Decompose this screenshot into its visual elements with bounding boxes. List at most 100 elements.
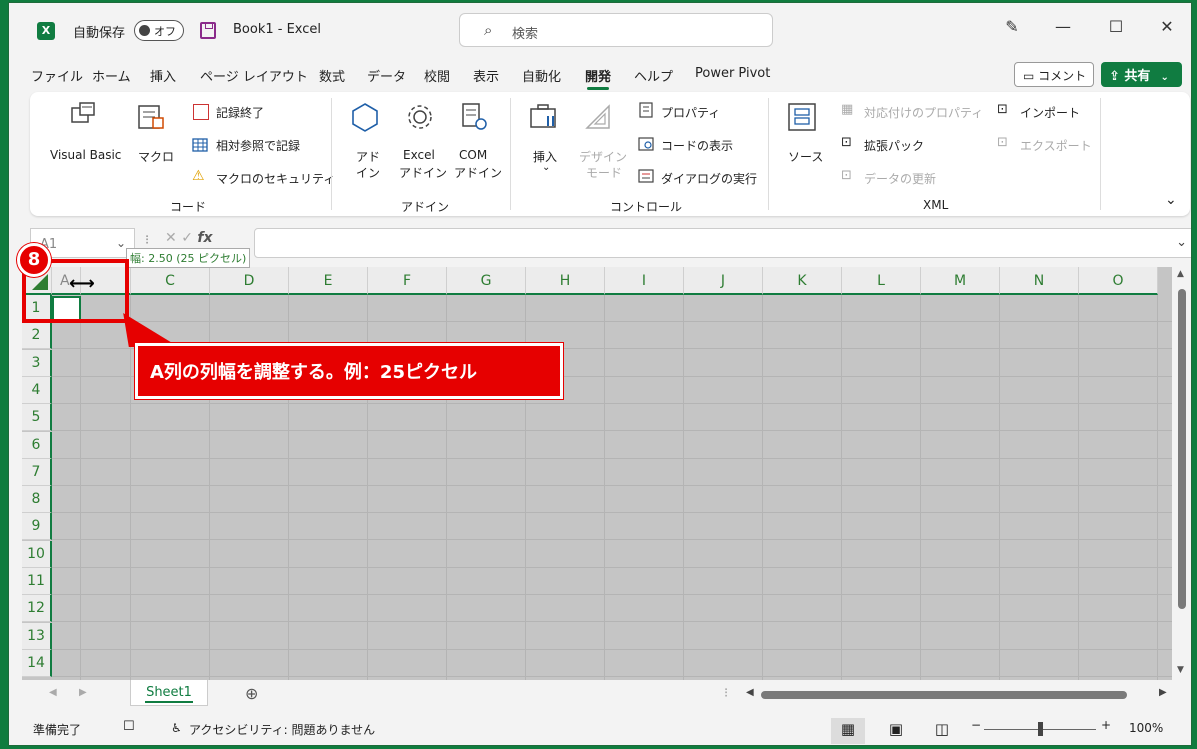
chevron-down-icon: ⌄ xyxy=(542,162,551,173)
column-header-c[interactable]: C xyxy=(131,267,210,295)
tab-review[interactable]: 校閲 xyxy=(424,66,450,85)
export-label: エクスポート xyxy=(1020,139,1092,153)
chevron-down-icon[interactable]: ⌄ xyxy=(1176,235,1187,250)
com-addin-icon xyxy=(462,103,487,130)
row-header-5[interactable]: 5 xyxy=(22,404,52,432)
ribbon-separator xyxy=(331,98,332,210)
scroll-down-icon[interactable]: ▼ xyxy=(1177,665,1184,675)
refresh-data-label: データの更新 xyxy=(864,172,937,186)
comment-button[interactable]: ▭ コメント xyxy=(1014,62,1094,87)
annotation-callout: A列の列幅を調整する。例：25ピクセル xyxy=(135,343,563,399)
column-width-tooltip: 幅: 2.50 (25 ピクセル) xyxy=(126,248,251,268)
ribbon-panel: Visual Basic マクロ 記録終了 相対参照で記録 ⚠ マクロのセキュリ… xyxy=(30,92,1190,216)
tab-file[interactable]: ファイル xyxy=(31,66,83,85)
sheet-prev-icon[interactable]: ◀ xyxy=(49,687,57,698)
close-button[interactable]: ✕ xyxy=(1152,17,1182,36)
sheet-tab-sheet1[interactable]: Sheet1 xyxy=(130,680,208,706)
sheet-next-icon[interactable]: ▶ xyxy=(79,687,87,698)
row-header-13[interactable]: 13 xyxy=(22,622,52,650)
fx-icon[interactable]: fx xyxy=(197,230,212,246)
row-header-6[interactable]: 6 xyxy=(22,431,52,459)
row-header-11[interactable]: 11 xyxy=(22,568,52,595)
tab-page-layout[interactable]: ページ レイアウト xyxy=(200,66,308,85)
column-header-l[interactable]: L xyxy=(842,267,921,295)
scroll-left-icon[interactable]: ◀ xyxy=(746,687,754,698)
ribbon-collapse-chevron-icon[interactable]: ⌄ xyxy=(1165,192,1177,208)
splitter-dots-icon[interactable]: ⁝ xyxy=(724,686,728,701)
cancel-icon[interactable]: ✕ xyxy=(165,230,177,246)
formula-buttons: ✕ ✓ fx xyxy=(165,230,213,246)
macro-record-icon[interactable]: ☐ xyxy=(123,719,135,734)
zoom-slider-knob[interactable] xyxy=(1038,722,1043,736)
row-header-8[interactable]: 8 xyxy=(22,486,52,514)
row-header-9[interactable]: 9 xyxy=(22,513,52,541)
row-header-2[interactable]: 2 xyxy=(22,322,52,350)
zoom-out-icon[interactable]: − xyxy=(971,718,981,732)
design-mode-label-1: デザイン xyxy=(579,150,628,164)
horizontal-scroll-thumb[interactable] xyxy=(761,691,1127,699)
column-header-j[interactable]: J xyxy=(684,267,763,295)
save-icon[interactable] xyxy=(200,22,216,39)
row-header-4[interactable]: 4 xyxy=(22,376,52,404)
page-layout-view-icon[interactable]: ▣ xyxy=(879,718,913,744)
column-header-i[interactable]: I xyxy=(605,267,684,295)
row-header-12[interactable]: 12 xyxy=(22,595,52,623)
column-header-g[interactable]: G xyxy=(447,267,526,295)
worksheet-grid[interactable]: ACDEFGHIJKLMNO 1 2 3 4 5 6 7 8 9 10 11 12 13 14 xyxy=(22,267,1172,680)
share-icon: ⇪ xyxy=(1109,69,1125,84)
zoom-in-icon[interactable]: + xyxy=(1101,718,1111,732)
row-grid-line xyxy=(52,539,1172,541)
vertical-scrollbar[interactable]: ▲ ▼ xyxy=(1172,267,1191,680)
tab-insert[interactable]: 挿入 xyxy=(150,66,176,85)
tab-data[interactable]: データ xyxy=(367,66,406,85)
row-header-14[interactable]: 14 xyxy=(22,649,52,677)
share-button[interactable]: ⇪ 共有 ⌄ xyxy=(1101,62,1182,87)
tab-help[interactable]: ヘルプ xyxy=(634,66,673,85)
accessibility-status[interactable]: アクセシビリティ: 問題ありません xyxy=(189,721,375,738)
page-break-view-icon[interactable]: ◫ xyxy=(925,718,959,744)
warning-icon: ⚠ xyxy=(192,168,205,184)
zoom-level[interactable]: 100% xyxy=(1129,721,1163,735)
column-header-h[interactable]: H xyxy=(526,267,605,295)
row-header-3[interactable]: 3 xyxy=(22,349,52,377)
confirm-icon[interactable]: ✓ xyxy=(181,230,193,246)
tab-formulas[interactable]: 数式 xyxy=(319,66,345,85)
vertical-scroll-thumb[interactable] xyxy=(1178,289,1186,609)
table-grid-icon xyxy=(192,138,208,152)
search-box[interactable]: ⌕ 検索 xyxy=(459,13,773,47)
column-header-m[interactable]: M xyxy=(921,267,1000,295)
row-grid-line xyxy=(52,512,1172,514)
minimize-button[interactable]: — xyxy=(1048,17,1078,36)
scroll-right-icon[interactable]: ▶ xyxy=(1159,687,1167,698)
row-grid-line xyxy=(52,484,1172,486)
search-icon: ⌕ xyxy=(484,21,493,39)
column-header-e[interactable]: E xyxy=(289,267,368,295)
scroll-up-icon[interactable]: ▲ xyxy=(1177,269,1184,279)
tab-power-pivot[interactable]: Power Pivot xyxy=(695,66,770,81)
column-header-n[interactable]: N xyxy=(1000,267,1079,295)
accessibility-icon[interactable]: ♿ xyxy=(171,721,182,735)
gear-icon xyxy=(408,105,432,129)
design-mode-label-2: モード xyxy=(586,166,623,180)
tab-developer[interactable]: 開発 xyxy=(585,66,611,90)
excel-addins-label-2: アドイン xyxy=(399,166,448,180)
designer-pen-icon[interactable]: ✎ xyxy=(997,17,1027,36)
row-header-7[interactable]: 7 xyxy=(22,458,52,486)
search-placeholder: 検索 xyxy=(512,27,539,42)
maximize-button[interactable]: ☐ xyxy=(1101,17,1131,36)
tab-automate[interactable]: 自動化 xyxy=(522,66,561,85)
column-header-d[interactable]: D xyxy=(210,267,289,295)
autosave-toggle[interactable]: オフ xyxy=(134,20,184,41)
add-sheet-icon[interactable]: ⊕ xyxy=(245,684,258,703)
column-header-k[interactable]: K xyxy=(763,267,842,295)
tab-home[interactable]: ホーム xyxy=(92,66,131,85)
column-header-o[interactable]: O xyxy=(1079,267,1158,295)
excel-addins-label-1: Excel xyxy=(403,148,435,162)
column-header-f[interactable]: F xyxy=(368,267,447,295)
row-header-10[interactable]: 10 xyxy=(22,540,52,568)
tab-view[interactable]: 表示 xyxy=(473,66,499,85)
row-grid-line xyxy=(52,675,1172,677)
refresh-data-icon: ⊡ xyxy=(841,168,852,183)
formula-input[interactable]: ⌄ xyxy=(254,228,1191,258)
normal-view-icon[interactable]: ▦ xyxy=(831,718,865,744)
